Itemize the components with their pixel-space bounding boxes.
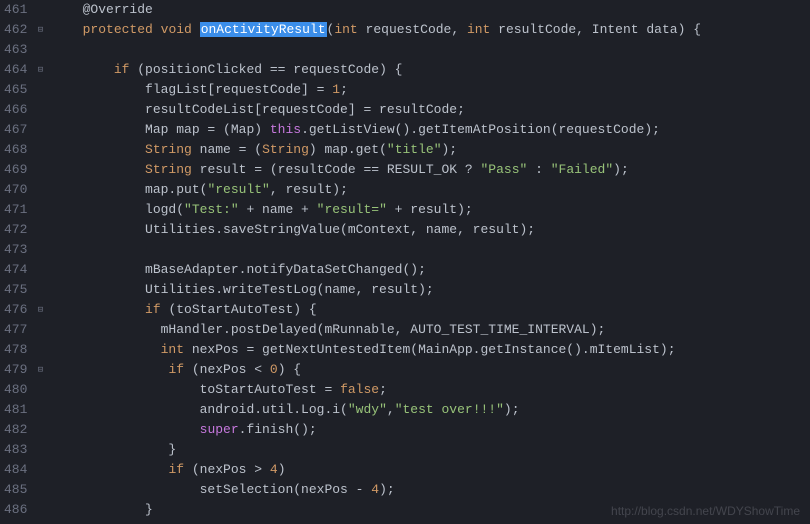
code-line[interactable]: toStartAutoTest = false; [51,380,810,400]
line-number: 474 [4,260,27,280]
fold-marker [33,400,47,420]
fold-marker [33,220,47,240]
fold-marker [33,340,47,360]
code-line[interactable]: if (positionClicked == requestCode) { [51,60,810,80]
code-line[interactable]: String result = (resultCode == RESULT_OK… [51,160,810,180]
fold-marker [33,160,47,180]
code-editor[interactable]: 4614624634644654664674684694704714724734… [0,0,810,524]
line-number: 472 [4,220,27,240]
code-line[interactable]: flagList[requestCode] = 1; [51,80,810,100]
line-number: 477 [4,320,27,340]
fold-marker [33,100,47,120]
code-line[interactable]: if (toStartAutoTest) { [51,300,810,320]
fold-marker [33,180,47,200]
fold-marker [33,140,47,160]
line-number: 470 [4,180,27,200]
code-line[interactable]: int nexPos = getNextUntestedItem(MainApp… [51,340,810,360]
line-number: 465 [4,80,27,100]
fold-marker [33,380,47,400]
line-number: 464 [4,60,27,80]
code-line[interactable]: mHandler.postDelayed(mRunnable, AUTO_TES… [51,320,810,340]
fold-marker [33,440,47,460]
line-number: 482 [4,420,27,440]
code-line[interactable]: mBaseAdapter.notifyDataSetChanged(); [51,260,810,280]
code-line[interactable]: resultCodeList[requestCode] = resultCode… [51,100,810,120]
fold-marker [33,500,47,520]
code-line[interactable]: protected void onActivityResult(int requ… [51,20,810,40]
fold-marker [33,120,47,140]
line-number: 469 [4,160,27,180]
line-number: 483 [4,440,27,460]
line-number: 468 [4,140,27,160]
fold-marker [33,460,47,480]
fold-marker [33,480,47,500]
code-line[interactable]: } [51,440,810,460]
fold-marker [33,240,47,260]
line-number: 486 [4,500,27,520]
fold-marker [33,200,47,220]
fold-marker [33,80,47,100]
code-line[interactable]: android.util.Log.i("wdy","test over!!!")… [51,400,810,420]
code-line[interactable]: if (nexPos > 4) [51,460,810,480]
line-number: 467 [4,120,27,140]
line-number: 478 [4,340,27,360]
line-number: 461 [4,0,27,20]
line-number: 480 [4,380,27,400]
line-number: 463 [4,40,27,60]
code-line[interactable]: Map map = (Map) this.getListView().getIt… [51,120,810,140]
line-number: 473 [4,240,27,260]
line-number: 481 [4,400,27,420]
line-number: 471 [4,200,27,220]
line-number-gutter: 4614624634644654664674684694704714724734… [0,0,33,524]
line-number: 479 [4,360,27,380]
fold-marker [33,420,47,440]
code-line[interactable]: Utilities.writeTestLog(name, result); [51,280,810,300]
fold-marker [33,40,47,60]
code-line[interactable]: map.put("result", result); [51,180,810,200]
fold-marker[interactable]: ⊟ [33,60,47,80]
code-line[interactable]: super.finish(); [51,420,810,440]
line-number: 466 [4,100,27,120]
fold-marker [33,260,47,280]
fold-marker [33,280,47,300]
fold-column[interactable]: ⊟ ⊟ ⊟ ⊟ [33,0,47,524]
code-line[interactable]: setSelection(nexPos - 4); [51,480,810,500]
code-line[interactable]: if (nexPos < 0) { [51,360,810,380]
code-area[interactable]: @Override protected void onActivityResul… [47,0,810,524]
line-number: 484 [4,460,27,480]
code-line[interactable] [51,240,810,260]
fold-marker[interactable]: ⊟ [33,360,47,380]
code-line[interactable]: Utilities.saveStringValue(mContext, name… [51,220,810,240]
fold-marker [33,0,47,20]
line-number: 462 [4,20,27,40]
fold-marker[interactable]: ⊟ [33,20,47,40]
fold-marker [33,320,47,340]
code-line[interactable]: String name = (String) map.get("title"); [51,140,810,160]
code-line[interactable]: } [51,500,810,520]
line-number: 485 [4,480,27,500]
code-line[interactable] [51,40,810,60]
line-number: 476 [4,300,27,320]
line-number: 475 [4,280,27,300]
code-line[interactable]: @Override [51,0,810,20]
code-line[interactable]: logd("Test:" + name + "result=" + result… [51,200,810,220]
fold-marker[interactable]: ⊟ [33,300,47,320]
